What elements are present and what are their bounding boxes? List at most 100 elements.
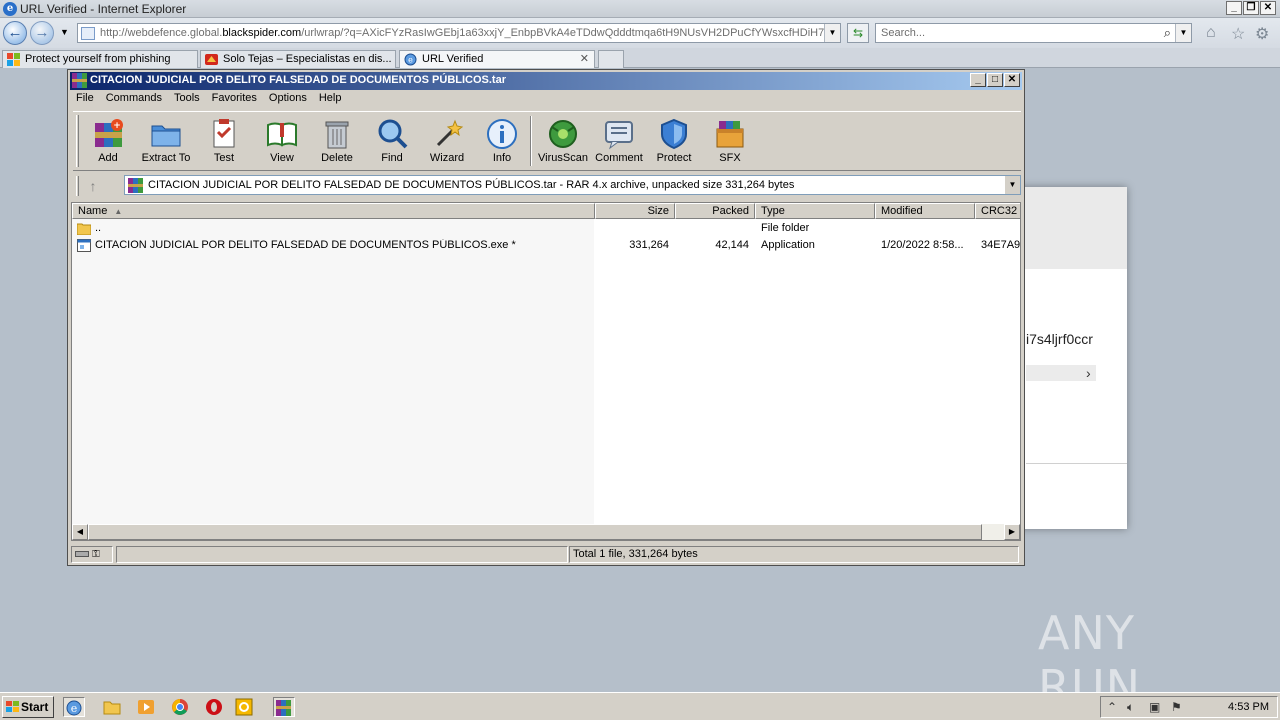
column-header-type[interactable]: Type bbox=[755, 203, 875, 219]
action-center-flag-icon[interactable]: ⚑ bbox=[1171, 700, 1182, 714]
start-button[interactable]: Start bbox=[2, 696, 54, 718]
scroll-right-icon[interactable]: ▶ bbox=[1004, 524, 1020, 540]
list-background bbox=[72, 219, 594, 524]
minimize-button[interactable]: _ bbox=[1226, 1, 1242, 15]
tab-url-verified[interactable]: e URL Verified ✕ bbox=[399, 50, 595, 68]
column-header-packed[interactable]: Packed bbox=[675, 203, 755, 219]
row-packed: 42,144 bbox=[715, 239, 749, 251]
internet-explorer-icon: e bbox=[66, 700, 82, 716]
taskbar-outlook[interactable] bbox=[234, 697, 256, 717]
row-name: CITACION JUDICIAL POR DELITO FALSEDAD DE… bbox=[95, 239, 516, 251]
address-dropdown-icon[interactable]: ▼ bbox=[824, 24, 840, 42]
column-header-crc32[interactable]: CRC32 bbox=[975, 203, 1020, 219]
key-icon: ⚿ bbox=[92, 549, 100, 560]
test-button[interactable]: Test bbox=[196, 115, 252, 169]
protect-button[interactable]: Protect bbox=[646, 115, 702, 169]
address-bar[interactable]: http://webdefence.global.blackspider.com… bbox=[77, 23, 841, 43]
path-dropdown-icon[interactable]: ▼ bbox=[1004, 176, 1020, 194]
delete-button[interactable]: Delete bbox=[309, 115, 365, 169]
winrar-close-button[interactable]: ✕ bbox=[1004, 73, 1020, 87]
archive-path-text: CITACION JUDICIAL POR DELITO FALSEDAD DE… bbox=[148, 179, 795, 191]
test-icon bbox=[213, 119, 235, 148]
extract-to-label: Extract To bbox=[141, 152, 191, 164]
archive-path-combo[interactable]: CITACION JUDICIAL POR DELITO FALSEDAD DE… bbox=[124, 175, 1021, 195]
tab-solo-tejas[interactable]: Solo Tejas – Especialistas en dis... bbox=[200, 50, 396, 68]
file-list: Name ▲ Size Packed Type Modified CRC32 .… bbox=[71, 202, 1021, 541]
add-button[interactable]: + Add bbox=[80, 115, 136, 169]
winrar-window: CITACION JUDICIAL POR DELITO FALSEDAD DE… bbox=[67, 69, 1025, 566]
compatibility-refresh-button[interactable]: ⇆ bbox=[847, 23, 869, 43]
clock[interactable]: 4:53 PM bbox=[1228, 701, 1269, 713]
taskbar-opera[interactable] bbox=[204, 697, 226, 717]
winrar-toolbar: + Add Extract To Test View Delete Find W… bbox=[73, 111, 1021, 171]
find-button[interactable]: Find bbox=[364, 115, 420, 169]
taskbar-internet-explorer[interactable]: e bbox=[63, 697, 85, 717]
tools-gear-icon[interactable]: ⚙ bbox=[1255, 24, 1269, 44]
sfx-button[interactable]: SFX bbox=[702, 115, 758, 169]
svg-text:e: e bbox=[408, 56, 413, 65]
extract-to-button[interactable]: Extract To bbox=[138, 115, 194, 169]
back-button[interactable]: ← bbox=[3, 21, 27, 45]
close-tab-icon[interactable]: ✕ bbox=[580, 51, 589, 67]
restore-button[interactable]: ❐ bbox=[1243, 1, 1259, 15]
info-button[interactable]: Info bbox=[474, 115, 530, 169]
taskbar-media-player[interactable] bbox=[136, 697, 158, 717]
row-crc32: 34E7A97 bbox=[981, 239, 1021, 251]
internet-explorer-icon: e bbox=[3, 2, 17, 16]
virusscan-button[interactable]: VirusScan bbox=[535, 115, 591, 169]
menu-favorites[interactable]: Favorites bbox=[206, 90, 263, 108]
menu-tools[interactable]: Tools bbox=[168, 90, 206, 108]
scrollbar-thumb[interactable] bbox=[88, 524, 982, 540]
table-row[interactable]: .. File folder bbox=[72, 221, 1020, 237]
opera-icon bbox=[206, 699, 222, 715]
network-icon[interactable]: ▣ bbox=[1149, 700, 1160, 714]
taskbar-winrar[interactable] bbox=[273, 697, 295, 717]
search-icon[interactable]: ⌕ bbox=[1164, 25, 1171, 41]
close-button[interactable]: ✕ bbox=[1260, 1, 1276, 15]
menu-commands[interactable]: Commands bbox=[100, 90, 168, 108]
favorites-star-icon[interactable]: ☆ bbox=[1231, 24, 1245, 44]
view-button[interactable]: View bbox=[254, 115, 310, 169]
winrar-menu-bar: File Commands Tools Favorites Options He… bbox=[70, 90, 347, 108]
winrar-window-controls: _ □ ✕ bbox=[970, 73, 1020, 87]
column-header-modified[interactable]: Modified bbox=[875, 203, 975, 219]
column-header-name[interactable]: Name ▲ bbox=[72, 203, 595, 219]
taskbar-explorer[interactable] bbox=[102, 697, 124, 717]
forward-button[interactable]: → bbox=[30, 21, 54, 45]
list-header: Name ▲ Size Packed Type Modified CRC32 bbox=[72, 203, 1020, 219]
home-icon[interactable]: ⌂ bbox=[1206, 24, 1216, 42]
winrar-maximize-button[interactable]: □ bbox=[987, 73, 1003, 87]
wizard-button[interactable]: Wizard bbox=[419, 115, 475, 169]
taskbar-chrome[interactable] bbox=[170, 697, 192, 717]
winrar-minimize-button[interactable]: _ bbox=[970, 73, 986, 87]
up-one-level-button[interactable]: ↑ bbox=[83, 176, 103, 196]
comment-button[interactable]: Comment bbox=[591, 115, 647, 169]
windows-logo-icon bbox=[7, 53, 20, 66]
page-expand-row[interactable]: › bbox=[1026, 365, 1096, 381]
status-drive-icons: ⚿ bbox=[71, 546, 113, 563]
comment-icon bbox=[605, 121, 633, 150]
drive-icon bbox=[75, 551, 89, 558]
menu-help[interactable]: Help bbox=[313, 90, 348, 108]
show-hidden-icons[interactable]: ⌃ bbox=[1107, 700, 1117, 714]
menu-options[interactable]: Options bbox=[263, 90, 313, 108]
search-input[interactable]: Search... ⌕ ▼ bbox=[875, 23, 1192, 43]
ie-window-title: URL Verified - Internet Explorer bbox=[20, 2, 187, 16]
tab-protect-phishing[interactable]: Protect yourself from phishing bbox=[2, 50, 198, 68]
menu-file[interactable]: File bbox=[70, 90, 100, 108]
horizontal-scrollbar[interactable]: ◀ ▶ bbox=[72, 524, 1020, 540]
scroll-left-icon[interactable]: ◀ bbox=[72, 524, 88, 540]
recent-pages-dropdown-icon[interactable]: ▼ bbox=[60, 27, 69, 37]
new-tab-button[interactable] bbox=[598, 50, 624, 68]
wizard-label: Wizard bbox=[429, 152, 465, 164]
chevron-right-icon: › bbox=[1086, 365, 1091, 381]
table-row[interactable]: CITACION JUDICIAL POR DELITO FALSEDAD DE… bbox=[72, 238, 1021, 254]
toolbar-separator bbox=[530, 116, 532, 166]
folder-icon bbox=[77, 223, 91, 235]
page-partial-text: i7s4ljrf0ccr bbox=[1026, 331, 1093, 347]
test-label: Test bbox=[213, 152, 235, 164]
search-dropdown-icon[interactable]: ▼ bbox=[1175, 24, 1191, 42]
column-header-size[interactable]: Size bbox=[595, 203, 675, 219]
path-bar: ↑ CITACION JUDICIAL POR DELITO FALSEDAD … bbox=[73, 174, 1021, 198]
volume-icon[interactable]: 🔈︎ bbox=[1127, 700, 1134, 715]
